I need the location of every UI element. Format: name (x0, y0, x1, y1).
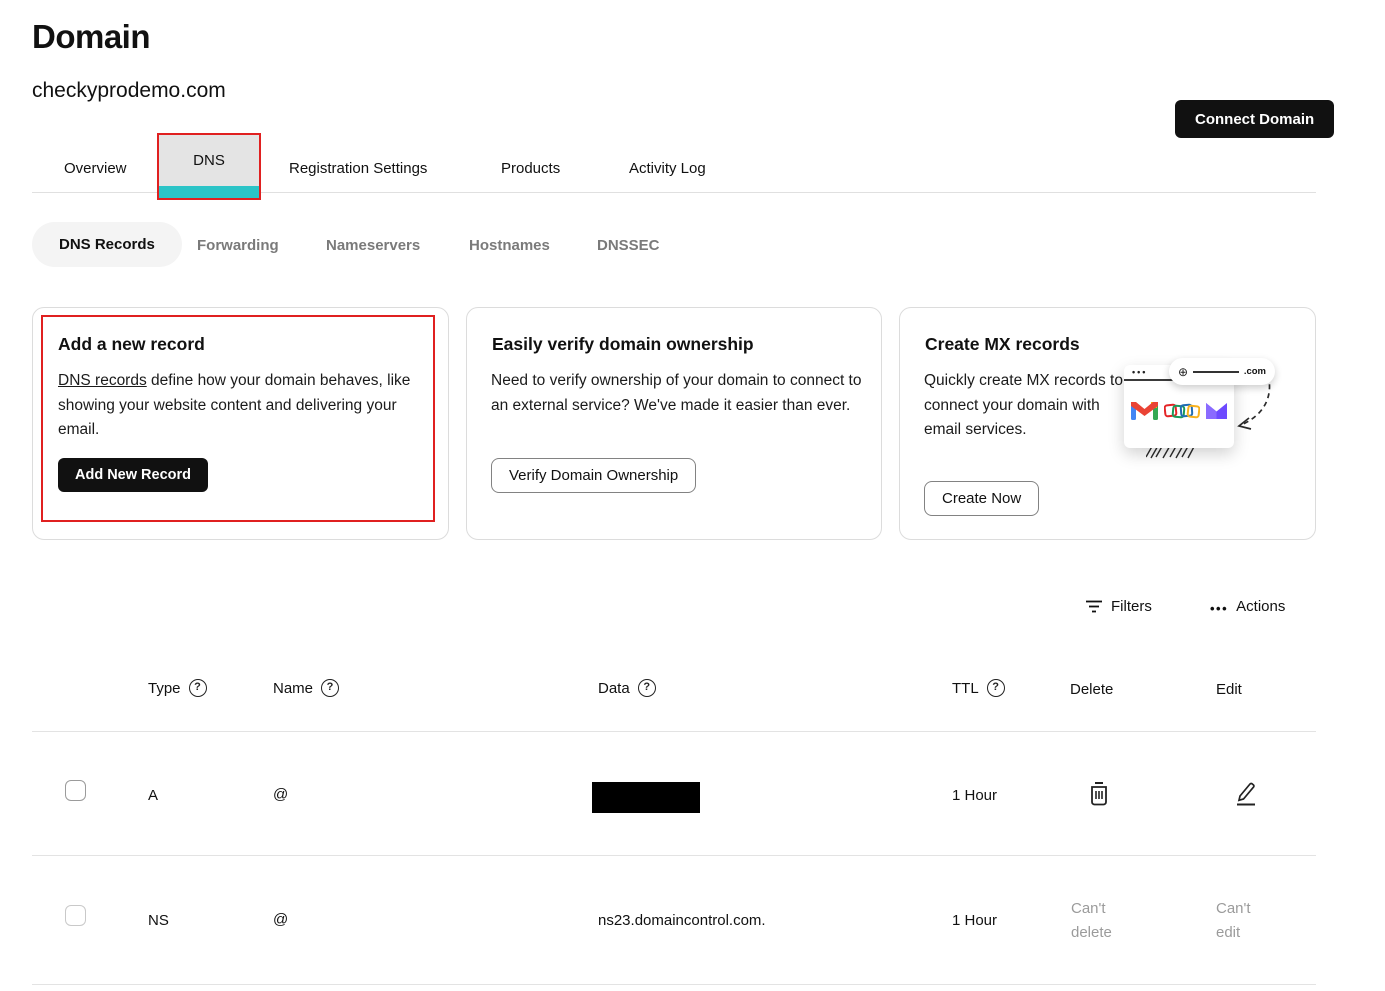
column-header-name-label: Name (273, 679, 314, 697)
column-header-data-label: Data (598, 679, 630, 697)
column-header-delete: Delete (1070, 681, 1113, 698)
column-header-name: Name ? (273, 679, 340, 697)
help-icon[interactable]: ? (986, 679, 1005, 697)
create-now-button[interactable]: Create Now (924, 481, 1040, 516)
record-name: @ (273, 786, 289, 803)
trash-icon (1091, 782, 1107, 806)
subnav-dnssec[interactable]: DNSSEC (597, 237, 660, 254)
actions-label: Actions (1236, 598, 1286, 615)
url-placeholder-line (1193, 370, 1239, 373)
help-icon[interactable]: ? (637, 679, 656, 697)
proton-mail-logo-icon (1206, 403, 1227, 419)
globe-icon: ⊕ (1178, 364, 1189, 379)
help-icon[interactable]: ? (321, 679, 340, 697)
column-header-edit: Edit (1216, 681, 1242, 698)
help-icon[interactable]: ? (188, 679, 207, 697)
dotcom-label: .com (1243, 366, 1266, 377)
tab-dns[interactable]: DNS (159, 135, 259, 198)
column-header-data: Data ? (598, 679, 656, 697)
column-header-edit-label: Edit (1216, 681, 1242, 698)
record-data: ns23.domaincontrol.com. (598, 912, 766, 929)
ellipsis-icon: ••• (1210, 600, 1229, 616)
dns-records-link[interactable]: DNS records (58, 372, 147, 389)
tab-overview[interactable]: Overview (64, 160, 127, 177)
record-ttl: 1 Hour (952, 787, 998, 804)
filters-label: Filters (1111, 598, 1152, 615)
subnav-forwarding[interactable]: Forwarding (197, 237, 279, 254)
column-header-delete-label: Delete (1070, 681, 1114, 698)
record-ttl: 1 Hour (952, 912, 998, 929)
add-new-record-button[interactable]: Add New Record (58, 458, 209, 492)
column-header-type-label: Type (148, 679, 181, 697)
card-verify-title: Easily verify domain ownership (492, 334, 754, 354)
page-title: Domain (32, 18, 151, 55)
card-mx-title: Create MX records (925, 334, 1080, 354)
table-divider (32, 855, 1316, 856)
table-divider (32, 731, 1316, 732)
card-create-mx: Create MX records Quickly create MX reco… (899, 307, 1316, 540)
domain-url-pill: ⊕ .com (1169, 358, 1275, 385)
cant-delete-label: Can't delete (1071, 900, 1112, 941)
card-add-record: Add a new record DNS records define how … (32, 307, 449, 540)
row-checkbox[interactable] (65, 905, 86, 926)
filter-icon (1086, 600, 1102, 613)
record-type: A (148, 787, 159, 804)
subnav-nameservers[interactable]: Nameservers (326, 237, 420, 254)
annotation-box-dns-tab: DNS (157, 133, 261, 200)
card-add-record-body: DNS records define how your domain behav… (58, 369, 420, 443)
table-divider (32, 984, 1316, 985)
redacted-record-data (592, 782, 700, 813)
active-tab-indicator (159, 186, 259, 198)
zoho-logo-icon (1164, 403, 1200, 418)
subnav-hostnames[interactable]: Hostnames (469, 237, 550, 254)
record-type: NS (148, 912, 169, 929)
gmail-logo-icon (1131, 402, 1158, 420)
edit-record-button[interactable] (1233, 780, 1259, 812)
domain-name: checkyprodemo.com (32, 79, 226, 102)
connect-domain-button[interactable]: Connect Domain (1175, 100, 1335, 138)
cant-edit-label: Can't edit (1216, 900, 1251, 941)
pencil-icon (1237, 782, 1255, 806)
tab-dns-label: DNS (193, 152, 225, 169)
verify-domain-ownership-button[interactable]: Verify Domain Ownership (491, 458, 697, 493)
column-header-ttl: TTL ? (952, 679, 1005, 697)
column-header-type: Type ? (148, 679, 207, 697)
subnav-dns-records[interactable]: DNS Records (32, 222, 182, 267)
card-add-record-title: Add a new record (58, 334, 205, 354)
card-mx-body: Quickly create MX records to connect you… (924, 372, 1123, 438)
filters-button[interactable]: Filters (1085, 598, 1152, 615)
row-checkbox[interactable] (65, 780, 86, 801)
tab-registration-settings[interactable]: Registration Settings (289, 160, 427, 177)
column-header-ttl-label: TTL (952, 679, 979, 697)
card-verify-body: Need to verify ownership of your domain … (491, 372, 862, 414)
delete-record-button[interactable] (1088, 781, 1110, 812)
tab-activity-log[interactable]: Activity Log (629, 160, 706, 177)
tab-products[interactable]: Products (501, 160, 560, 177)
actions-button[interactable]: ••• Actions (1210, 598, 1285, 615)
card-verify-ownership: Easily verify domain ownership Need to v… (466, 307, 882, 540)
record-name: @ (273, 911, 289, 928)
